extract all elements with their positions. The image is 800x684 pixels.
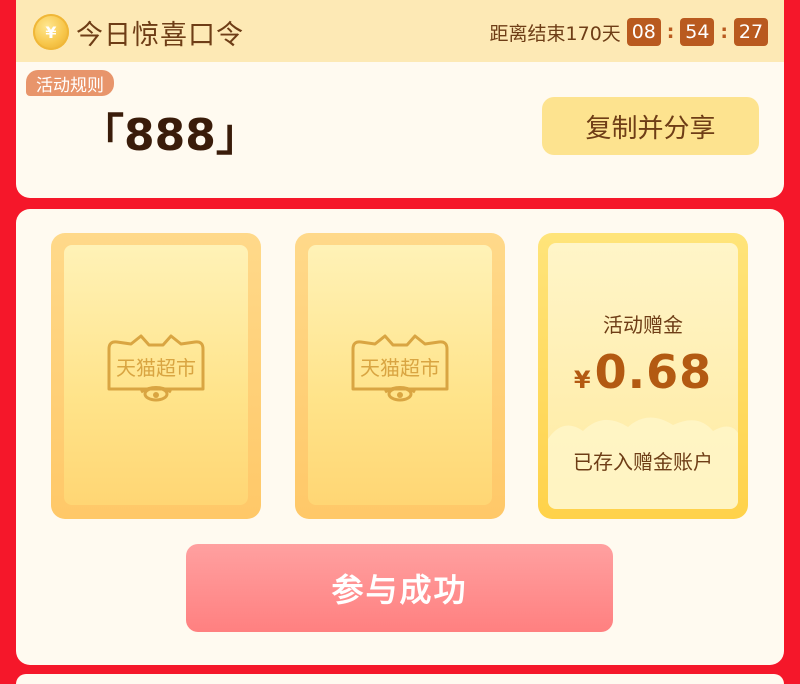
reward-card: 天猫超市 — [51, 233, 261, 519]
copy-share-button[interactable]: 复制并分享 — [542, 97, 759, 155]
page-title: 今日惊喜口令 — [76, 20, 244, 51]
reward-panel: 天猫超市 天猫超市 活动赠金 ¥0.68 已存入赠金账户 参与成功 — [16, 209, 784, 665]
passcode-card: ¥ 今日惊喜口令 距离结束170天 08 : 54 : 27 活动规则 「888… — [16, 0, 784, 198]
countdown-hours: 08 — [626, 18, 661, 46]
countdown-seconds: 27 — [734, 18, 768, 46]
prize-title: 活动赠金 — [603, 313, 683, 337]
tmall-cat-logo-icon: 天猫超市 — [351, 334, 449, 402]
countdown-minutes: 54 — [680, 18, 715, 46]
countdown-label: 距离结束170天 — [489, 22, 621, 45]
next-card-edge — [16, 674, 784, 684]
tmall-logo-text: 天猫超市 — [360, 356, 440, 380]
prize-card: 活动赠金 ¥0.68 已存入赠金账户 — [538, 233, 748, 519]
activity-rules-link[interactable]: 活动规则 — [26, 70, 114, 96]
participate-success-button[interactable]: 参与成功 — [186, 544, 613, 632]
passcode-header: ¥ 今日惊喜口令 距离结束170天 08 : 54 : 27 — [16, 0, 784, 62]
tmall-cat-logo-icon: 天猫超市 — [107, 334, 205, 402]
currency-symbol: ¥ — [573, 366, 591, 394]
prize-card-inner: 活动赠金 ¥0.68 已存入赠金账户 — [548, 243, 738, 509]
passcode-text: 「888」 — [80, 110, 260, 161]
prize-amount: ¥0.68 — [548, 345, 738, 399]
reward-card: 天猫超市 — [295, 233, 505, 519]
coin-icon: ¥ — [33, 14, 69, 50]
reward-card-inner: 天猫超市 — [64, 245, 248, 505]
tmall-logo-text: 天猫超市 — [116, 356, 196, 380]
countdown-separator: : — [720, 21, 728, 43]
countdown-separator: : — [666, 21, 675, 43]
prize-note: 已存入赠金账户 — [573, 450, 713, 474]
countdown-timer: 距离结束170天 08 : 54 : 27 — [490, 18, 768, 46]
prize-value: 0.68 — [594, 345, 713, 399]
reward-card-inner: 天猫超市 — [308, 245, 492, 505]
